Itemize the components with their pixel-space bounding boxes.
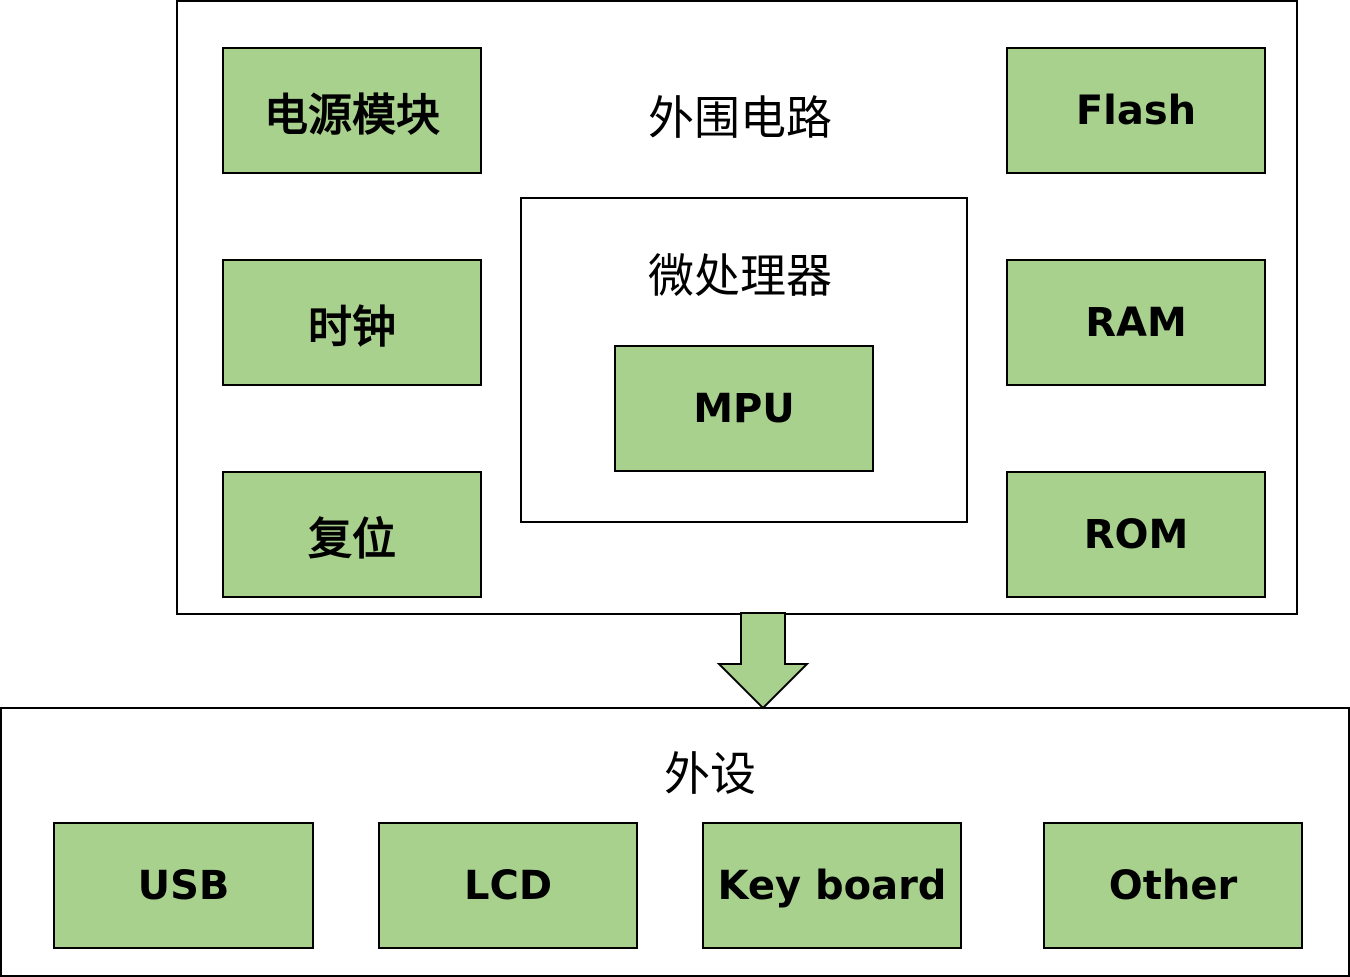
block-power-module: 电源模块 xyxy=(222,47,482,174)
block-keyboard: Key board xyxy=(702,822,962,949)
block-lcd: LCD xyxy=(378,822,638,949)
block-usb: USB xyxy=(53,822,314,949)
peripherals-title: 外设 xyxy=(664,747,756,801)
block-reset: 复位 xyxy=(222,471,482,598)
block-ram: RAM xyxy=(1006,259,1266,386)
block-clock: 时钟 xyxy=(222,259,482,386)
block-flash: Flash xyxy=(1006,47,1266,174)
block-other: Other xyxy=(1043,822,1303,949)
down-arrow-icon xyxy=(716,612,810,710)
peripheral-circuit-title: 外围电路 xyxy=(648,91,832,145)
microprocessor-title: 微处理器 xyxy=(648,249,832,303)
block-mpu: MPU xyxy=(614,345,874,472)
block-rom: ROM xyxy=(1006,471,1266,598)
